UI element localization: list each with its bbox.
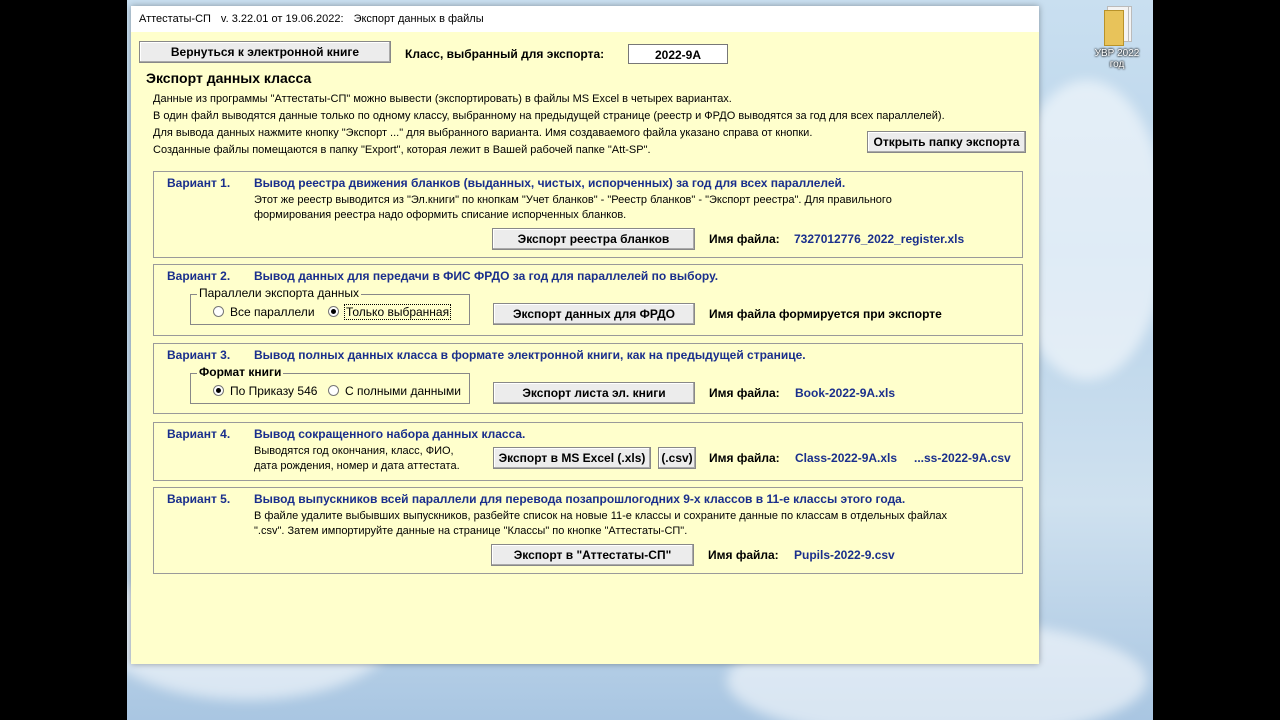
- radio-unchecked-icon: [213, 306, 224, 317]
- radio-label: Все параллели: [230, 305, 315, 319]
- variant-4-panel: Вариант 4. Вывод сокращенного набора дан…: [153, 422, 1023, 481]
- export-frdo-button[interactable]: Экспорт данных для ФРДО: [493, 303, 695, 325]
- file-name-label: Имя файла:: [709, 386, 780, 400]
- app-window: Аттестаты-СП v. 3.22.01 от 19.06.2022: Экс…: [131, 6, 1039, 664]
- file-name: Book-2022-9А.xls: [795, 386, 896, 400]
- radio-order-546[interactable]: По Приказу 546: [213, 384, 317, 398]
- variant-label: Вариант 3.: [167, 348, 231, 362]
- desc-line: В файле удалите выбывших выпускников, ра…: [254, 510, 948, 522]
- desc-line: ".csv". Затем импортируйте данные на стр…: [254, 525, 688, 537]
- class-value-field: 2022-9А: [628, 44, 728, 64]
- radio-all-parallels[interactable]: Все параллели: [213, 305, 315, 319]
- variant-description: В файле удалите выбывших выпускников, ра…: [254, 509, 1014, 539]
- desc-line: дата рождения, номер и дата аттестата.: [254, 460, 460, 472]
- radio-label: С полными данными: [345, 384, 461, 398]
- file-name: Pupils-2022-9.csv: [794, 548, 895, 562]
- file-name-label: Имя файла:: [708, 548, 779, 562]
- file-name: 7327012776_2022_register.xls: [794, 232, 965, 246]
- variant-description: Выводятся год окончания, класс, ФИО, дат…: [254, 444, 494, 474]
- screen-name: Экспорт данных в файлы: [353, 13, 484, 25]
- book-format-group: Формат книги По Приказу 546 С полными да…: [190, 365, 470, 404]
- variant-label: Вариант 5.: [167, 492, 231, 506]
- file-name-label: Имя файла:: [709, 232, 780, 246]
- variant-3-panel: Вариант 3. Вывод полных данных класса в …: [153, 343, 1023, 414]
- export-to-attestaty-button[interactable]: Экспорт в "Аттестаты-СП": [491, 544, 694, 566]
- app-name: Аттестаты-СП: [139, 13, 211, 25]
- open-export-folder-button[interactable]: Открыть папку экспорта: [867, 131, 1026, 153]
- title-bar: Аттестаты-СП v. 3.22.01 от 19.06.2022: Экс…: [131, 6, 1039, 32]
- group-label: Параллели экспорта данных: [197, 286, 361, 300]
- file-name-xls: Class-2022-9А.xls: [795, 451, 898, 465]
- parallels-group: Параллели экспорта данных Все параллели …: [190, 286, 470, 325]
- export-book-sheet-button[interactable]: Экспорт листа эл. книги: [493, 382, 695, 404]
- desc-line: Выводятся год окончания, класс, ФИО,: [254, 445, 454, 457]
- radio-unchecked-icon: [328, 385, 339, 396]
- desc-line: формирования реестра надо оформить списа…: [254, 209, 627, 221]
- variant-title: Вывод данных для передачи в ФИС ФРДО за …: [254, 269, 719, 283]
- file-name-csv: ...ss-2022-9А.csv: [914, 451, 1011, 465]
- radio-checked-icon: [328, 306, 339, 317]
- variant-label: Вариант 1.: [167, 176, 231, 190]
- variant-label: Вариант 4.: [167, 427, 231, 441]
- variant-1-panel: Вариант 1. Вывод реестра движения бланко…: [153, 171, 1023, 258]
- page-title: Экспорт данных класса: [146, 70, 312, 86]
- file-name-label: Имя файла:: [709, 451, 780, 465]
- variant-title: Вывод реестра движения бланков (выданных…: [254, 176, 846, 190]
- app-version: v. 3.22.01 от 19.06.2022:: [220, 13, 344, 25]
- class-label: Класс, выбранный для экспорта:: [405, 47, 605, 61]
- folder-icon: [1102, 4, 1132, 46]
- variant-title: Вывод выпускников всей параллели для пер…: [254, 492, 906, 506]
- desktop-folder-icon[interactable]: УВР 2022 год: [1087, 4, 1147, 70]
- radio-label: Только выбранная: [343, 304, 452, 320]
- intro-line: В один файл выводятся данные только по о…: [153, 110, 945, 122]
- file-name-note: Имя файла формируется при экспорте: [709, 307, 942, 321]
- variant-title: Вывод сокращенного набора данных класса.: [254, 427, 526, 441]
- export-csv-button[interactable]: (.csv): [658, 447, 696, 469]
- variant-description: Этот же реестр выводится из "Эл.книги" п…: [254, 193, 1014, 223]
- export-register-button[interactable]: Экспорт реестра бланков: [492, 228, 695, 250]
- desktop-icon-label: УВР 2022 год: [1094, 48, 1140, 70]
- radio-label: По Приказу 546: [230, 384, 318, 398]
- desc-line: Этот же реестр выводится из "Эл.книги" п…: [254, 194, 892, 206]
- radio-checked-icon: [213, 385, 224, 396]
- radio-full-data[interactable]: С полными данными: [328, 384, 461, 398]
- export-xls-button[interactable]: Экспорт в MS Excel (.xls): [493, 447, 651, 469]
- group-label: Формат книги: [197, 365, 284, 379]
- variant-label: Вариант 2.: [167, 269, 231, 283]
- intro-line: Данные из программы "Аттестаты-СП" можно…: [153, 93, 732, 105]
- radio-only-selected[interactable]: Только выбранная: [328, 304, 452, 320]
- variant-2-panel: Вариант 2. Вывод данных для передачи в Ф…: [153, 264, 1023, 336]
- variant-5-panel: Вариант 5. Вывод выпускников всей паралл…: [153, 487, 1023, 574]
- variant-title: Вывод полных данных класса в формате эле…: [254, 348, 806, 362]
- back-to-book-button[interactable]: Вернуться к электронной книге: [139, 41, 391, 63]
